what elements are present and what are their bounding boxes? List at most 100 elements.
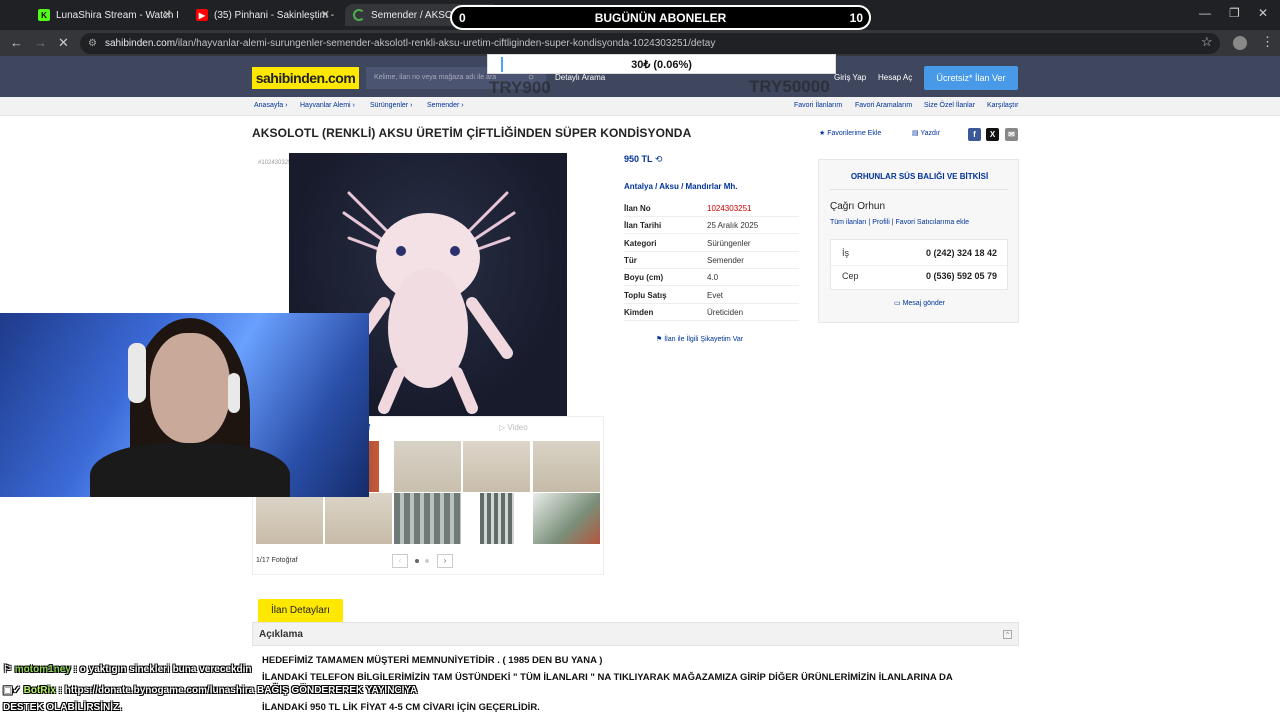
- back-icon[interactable]: ←: [10, 35, 23, 50]
- work-phone[interactable]: 0 (242) 324 18 42: [926, 248, 997, 258]
- close-tab-icon[interactable]: ✕: [321, 8, 330, 21]
- breadcrumb-item[interactable]: Hayvanlar Alemi ›: [300, 102, 355, 109]
- address-bar-row: ← → ✕ ⚙ sahibinden.com/ilan/hayvanlar-al…: [0, 30, 1280, 56]
- mobile-phone-label: Cep: [842, 271, 859, 281]
- webcam-face: [150, 333, 230, 443]
- pager-dot-active[interactable]: [415, 559, 419, 563]
- info-row-date: İlan Tarihi 25 Aralık 2025: [624, 217, 799, 234]
- loading-icon: [353, 9, 365, 21]
- divider: [830, 189, 1008, 190]
- listing-price: 950 TL ⟲: [624, 154, 663, 164]
- email-icon[interactable]: ✉: [1005, 128, 1018, 141]
- star-icon: ★: [819, 130, 826, 137]
- subscriber-target: 10: [849, 11, 863, 25]
- compare-link[interactable]: Karşılaştır: [987, 102, 1019, 109]
- webcam-overlay: [0, 313, 369, 497]
- forward-icon[interactable]: →: [34, 35, 47, 50]
- favorite-searches-link[interactable]: Favori Aramalarım: [855, 102, 912, 109]
- photo-thumbnail[interactable]: [533, 441, 600, 492]
- info-row-seller-type: Kimden Üreticiden: [624, 304, 799, 321]
- tab-kick[interactable]: K LunaShira Stream - Watch Live ✕: [30, 4, 178, 26]
- next-photos-button[interactable]: ›: [437, 554, 453, 568]
- mobile-phone[interactable]: 0 (536) 592 05 79: [926, 271, 997, 281]
- detailed-search-link[interactable]: Detaylı Arama: [555, 73, 605, 82]
- chat-text: : o yaktıgın sinekleri buna verecekdin: [73, 664, 252, 675]
- stop-loading-icon[interactable]: ✕: [58, 35, 69, 51]
- bookmark-star-icon[interactable]: ☆: [1201, 34, 1213, 50]
- photo-thumbnail[interactable]: [480, 493, 514, 544]
- personal-ads-link[interactable]: Size Özel İlanlar: [924, 102, 975, 109]
- collapse-icon[interactable]: ^: [1003, 630, 1012, 639]
- facebook-icon[interactable]: f: [968, 128, 981, 141]
- overlay-ghost-text: TRY50000: [749, 77, 830, 96]
- donation-amount: 30₺ (0.06%): [631, 59, 692, 71]
- subscriber-goal-title: BUGÜNÜN ABONELER: [594, 11, 727, 25]
- photo-thumbnail[interactable]: [394, 493, 461, 544]
- listing-location[interactable]: Antalya / Aksu / Mandırlar Mh.: [624, 182, 738, 191]
- profile-link[interactable]: Profili: [872, 219, 890, 226]
- photo-thumbnail[interactable]: [256, 493, 323, 544]
- headphone-icon: [128, 343, 146, 403]
- chat-text: : https://donate.bynogame.com/lunashira …: [58, 685, 418, 696]
- tab-listing-details[interactable]: İlan Detayları: [258, 599, 343, 622]
- bot-badge-icon: ▣✓: [3, 685, 21, 696]
- favorite-ads-link[interactable]: Favori İlanlarım: [794, 102, 842, 109]
- register-link[interactable]: Hesap Aç: [878, 73, 912, 82]
- play-icon: ▷: [499, 423, 506, 432]
- url-host: sahibinden.com: [105, 38, 176, 49]
- profile-avatar[interactable]: [1233, 36, 1247, 50]
- prev-photos-button[interactable]: ‹: [392, 554, 408, 568]
- breadcrumb-item[interactable]: Semender ›: [427, 102, 464, 109]
- kick-icon: K: [38, 9, 50, 21]
- pager-dot[interactable]: [425, 559, 429, 563]
- listing-title: AKSOLOTL (RENKLİ) AKSU ÜRETİM ÇİFTLİĞİND…: [252, 126, 692, 140]
- chat-message: ⚐ motom1ney : o yaktıgın sinekleri buna …: [3, 664, 252, 675]
- menu-kebab-icon[interactable]: ⋮: [1261, 34, 1274, 50]
- login-link[interactable]: Giriş Yap: [834, 73, 866, 82]
- all-ads-link[interactable]: Tüm ilanları: [830, 219, 867, 226]
- complaint-link[interactable]: ⚑ İlan ile İlgili Şikayetim Var: [656, 335, 743, 343]
- store-name-link[interactable]: ORHUNLAR SÜS BALIĞI VE BİTKİSİ: [819, 172, 1020, 181]
- photo-thumbnail[interactable]: [533, 493, 600, 544]
- photo-thumbnail[interactable]: [463, 441, 530, 492]
- send-message-link[interactable]: ▭ Mesaj gönder: [819, 299, 1020, 307]
- video-tab[interactable]: ▷ Video: [499, 423, 528, 432]
- webcam-shirt: [90, 443, 290, 497]
- chat-username: BotRix: [23, 685, 56, 696]
- print-link[interactable]: ▤ Yazdır: [912, 129, 940, 137]
- tab-youtube[interactable]: ▶ (35) Pinhani - Sakinleştim - You ✕: [188, 4, 336, 26]
- url-field[interactable]: ⚙ sahibinden.com/ilan/hayvanlar-alemi-su…: [80, 33, 1220, 54]
- close-tab-icon[interactable]: ✕: [163, 8, 172, 21]
- url-path: /ilan/hayvanlar-alemi-surungenler-semend…: [175, 38, 716, 49]
- site-info-icon[interactable]: ⚙: [88, 33, 97, 54]
- photo-thumbnail[interactable]: [325, 493, 392, 544]
- info-row-bulk-sale: Toplu Satış Evet: [624, 287, 799, 304]
- donation-progress: 30₺ (0.06%): [487, 54, 836, 74]
- free-ad-button[interactable]: Ücretsiz* İlan Ver: [924, 66, 1018, 90]
- site-logo[interactable]: sahibinden.com: [252, 67, 359, 89]
- add-favorite-link[interactable]: ★ Favorilerime Ekle: [819, 129, 881, 137]
- chat-badge-icon: ⚐: [3, 664, 12, 675]
- maximize-icon[interactable]: ❐: [1229, 6, 1240, 20]
- add-fav-seller-link[interactable]: Favori Satıcılarıma ekle: [896, 219, 970, 226]
- divider: [831, 265, 1007, 266]
- x-twitter-icon[interactable]: X: [986, 128, 999, 141]
- price-history-icon[interactable]: ⟲: [655, 154, 663, 164]
- headphone-icon: [228, 373, 240, 413]
- search-placeholder: Kelime, ilan no veya mağaza adı ile ara: [374, 74, 497, 81]
- breadcrumb-item[interactable]: Sürüngenler ›: [370, 102, 412, 109]
- seller-panel: ORHUNLAR SÜS BALIĞI VE BİTKİSİ Çağrı Orh…: [818, 159, 1019, 323]
- info-row-category: Kategori Sürüngenler: [624, 235, 799, 252]
- breadcrumb-item[interactable]: Anasayfa ›: [254, 102, 287, 109]
- chat-bubble-icon: ▭: [894, 300, 901, 307]
- photo-thumbnail[interactable]: [394, 441, 461, 492]
- description-header: Açıklama ^: [252, 622, 1019, 646]
- overlay-ghost-text: TRY900: [489, 78, 551, 97]
- chat-username: motom1ney: [14, 664, 71, 675]
- phone-numbers: İş 0 (242) 324 18 42 Cep 0 (536) 592 05 …: [830, 239, 1008, 290]
- close-window-icon[interactable]: ✕: [1258, 6, 1268, 20]
- description-title: Açıklama: [259, 629, 303, 640]
- minimize-icon[interactable]: —: [1199, 6, 1211, 20]
- chat-message: DESTEK OLABİLİRSİNİZ.: [3, 702, 122, 713]
- info-row-species: Tür Semender: [624, 252, 799, 269]
